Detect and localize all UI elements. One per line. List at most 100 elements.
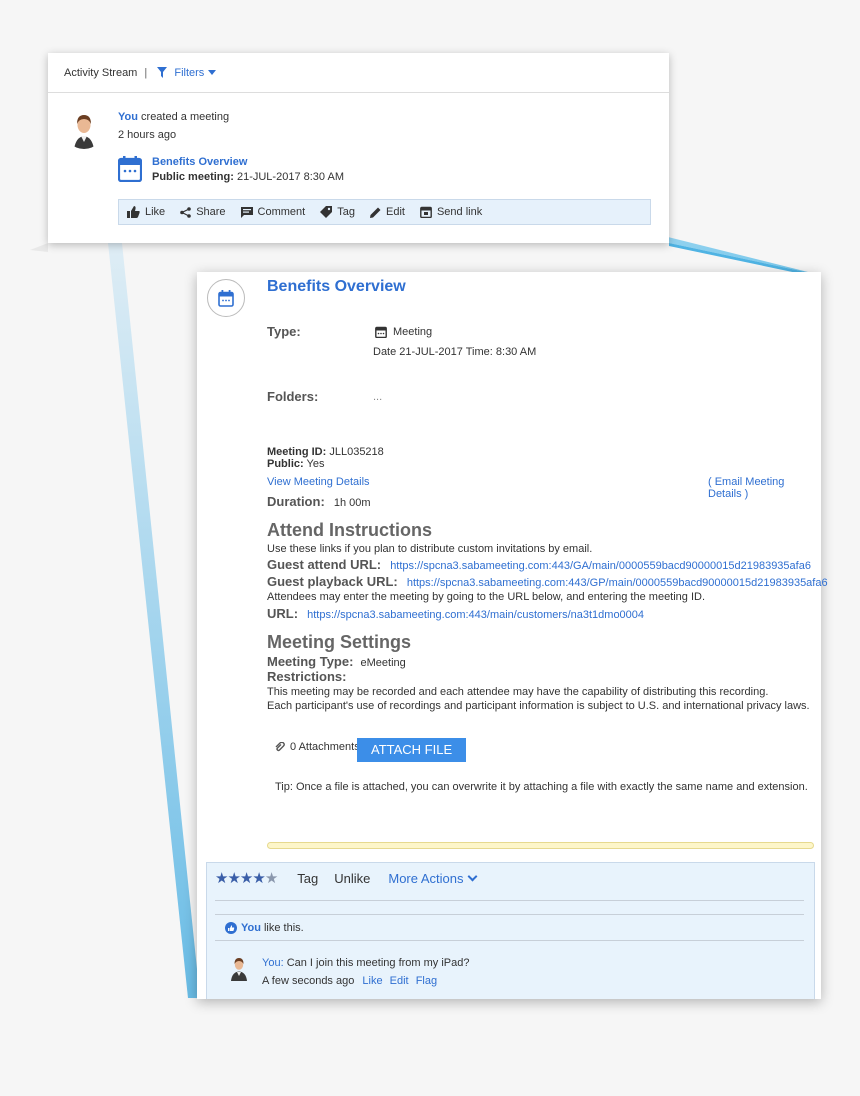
edit-label: Edit xyxy=(385,206,405,218)
comment-author-link[interactable]: You: xyxy=(262,957,284,969)
email-meeting-details-link[interactable]: ( Email Meeting Details ) xyxy=(708,476,821,500)
meeting-url-link[interactable]: https://spcna3.sabameeting.com:443/main/… xyxy=(307,609,644,621)
activity-card: Activity Stream | Filters You created a m… xyxy=(48,53,669,243)
send-link-button[interactable]: Send link xyxy=(420,206,482,218)
calendar-send-icon xyxy=(420,206,432,218)
comment-meta: A few seconds ago Like Edit Flag xyxy=(262,975,437,987)
comment-flag-link[interactable]: Flag xyxy=(416,975,437,987)
event-sub-value: 21-JUL-2017 8:30 AM xyxy=(236,171,344,183)
like-label: Like xyxy=(145,206,166,218)
event-subtitle: Public meeting: 21-JUL-2017 8:30 AM xyxy=(152,171,344,183)
guest-attend-label: Guest attend URL: xyxy=(267,557,382,572)
divider xyxy=(215,900,804,901)
restriction-recording: This meeting may be recorded and each at… xyxy=(267,686,769,698)
thumbs-up-circle-icon xyxy=(225,922,237,934)
funnel-icon xyxy=(157,67,168,78)
like-text: like this. xyxy=(263,922,304,934)
star-empty-icon[interactable]: ★ xyxy=(265,870,278,887)
like-actor-link[interactable]: You xyxy=(241,922,261,934)
meeting-type-label: Meeting Type: xyxy=(267,654,354,669)
public-flag: Public: Yes xyxy=(267,458,324,470)
meeting-detail-panel: Benefits Overview Type: Meeting Date 21-… xyxy=(197,272,828,999)
tag-action[interactable]: Tag xyxy=(297,871,318,886)
comment-like-link[interactable]: Like xyxy=(362,975,382,987)
comment-label: Comment xyxy=(257,206,306,218)
divider xyxy=(215,914,804,915)
attendee-note: Attendees may enter the meeting by going… xyxy=(267,591,706,603)
share-icon xyxy=(180,206,191,218)
progress-bar-track xyxy=(267,842,814,849)
comment-avatar[interactable] xyxy=(227,955,251,981)
comment-body: You: Can I join this meeting from my iPa… xyxy=(262,957,470,969)
event-title-link[interactable]: Benefits Overview xyxy=(152,156,247,168)
meeting-type-row: Meeting Type: eMeeting xyxy=(267,654,406,669)
restriction-privacy: Each participant's use of recordings and… xyxy=(267,700,810,712)
star-filled-icon[interactable]: ★ xyxy=(227,870,240,887)
type-value: Meeting xyxy=(375,326,432,338)
post-timestamp: 2 hours ago xyxy=(118,129,177,141)
action-bar: Like Share Comment Tag Edit Send link xyxy=(118,199,651,225)
guest-playback-row: Guest playback URL: https://spcna3.sabam… xyxy=(267,574,828,589)
star-filled-icon[interactable]: ★ xyxy=(240,870,253,887)
type-label: Type: xyxy=(267,324,301,339)
folders-value: ... xyxy=(373,391,383,403)
comment-icon xyxy=(240,206,253,218)
filters-button[interactable]: Filters xyxy=(157,67,217,79)
share-label: Share xyxy=(196,206,226,218)
paperclip-icon xyxy=(275,742,285,752)
view-meeting-details-link[interactable]: View Meeting Details xyxy=(267,476,370,488)
comment-time: A few seconds ago xyxy=(262,975,355,987)
post-action: created a meeting xyxy=(141,111,230,123)
chevron-down-icon xyxy=(467,871,477,881)
post-actor-link[interactable]: You xyxy=(118,111,138,123)
person-avatar-icon xyxy=(231,958,247,981)
url-row: URL: https://spcna3.sabameeting.com:443/… xyxy=(267,606,644,621)
folders-label: Folders: xyxy=(267,389,319,404)
thumbs-up-icon xyxy=(127,206,140,218)
meeting-id: Meeting ID: JLL035218 xyxy=(267,446,384,458)
calendar-icon xyxy=(375,326,387,338)
post-text: You created a meeting xyxy=(118,111,229,123)
meeting-date-time: Date 21-JUL-2017 Time: 8:30 AM xyxy=(373,346,537,358)
calendar-icon xyxy=(218,289,234,307)
filters-label: Filters xyxy=(174,67,205,79)
comment-text: Can I join this meeting from my iPad? xyxy=(286,957,470,969)
event-sub-label: Public meeting: xyxy=(152,171,234,183)
guest-playback-label: Guest playback URL: xyxy=(267,574,398,589)
comment-button[interactable]: Comment xyxy=(240,206,306,218)
avatar[interactable] xyxy=(64,109,104,149)
header-separator: | xyxy=(144,67,148,79)
guest-playback-url-link[interactable]: https://spcna3.sabameeting.com:443/GP/ma… xyxy=(407,577,828,589)
star-rating[interactable]: ★★★★★ xyxy=(215,869,278,887)
social-section: ★★★★★ Tag Unlike More Actions You like t… xyxy=(206,862,815,999)
send-link-label: Send link xyxy=(436,206,483,218)
public-label: Public: xyxy=(267,458,304,470)
meeting-id-value: JLL035218 xyxy=(329,446,384,458)
unlike-action[interactable]: Unlike xyxy=(334,871,370,886)
duration: Duration: 1h 00m xyxy=(267,494,371,509)
social-toolbar: ★★★★★ Tag Unlike More Actions xyxy=(215,869,477,887)
attachments-label: 0 Attachments xyxy=(290,741,360,753)
activity-stream-title: Activity Stream xyxy=(64,67,138,79)
attach-file-button[interactable]: ATTACH FILE xyxy=(357,738,467,762)
tag-icon xyxy=(320,206,333,218)
public-value: Yes xyxy=(306,458,325,470)
more-actions-label: More Actions xyxy=(388,870,464,886)
guest-attend-url-link[interactable]: https://spcna3.sabameeting.com:443/GA/ma… xyxy=(390,560,811,572)
star-filled-icon[interactable]: ★ xyxy=(252,870,265,887)
meeting-icon-badge xyxy=(207,279,245,317)
duration-label: Duration: xyxy=(267,494,325,509)
meeting-id-label: Meeting ID: xyxy=(267,446,327,458)
edit-button[interactable]: Edit xyxy=(369,206,405,218)
star-filled-icon[interactable]: ★ xyxy=(215,870,228,887)
attend-instructions-heading: Attend Instructions xyxy=(267,520,432,540)
guest-attend-row: Guest attend URL: https://spcna3.sabamee… xyxy=(267,557,811,572)
more-actions-menu[interactable]: More Actions xyxy=(388,870,477,886)
star-rating-stars: ★★★★★ xyxy=(215,870,278,887)
comment-edit-link[interactable]: Edit xyxy=(390,975,409,987)
share-button[interactable]: Share xyxy=(180,206,226,218)
like-button[interactable]: Like xyxy=(127,206,165,218)
type-value-text: Meeting xyxy=(393,326,433,338)
tag-button[interactable]: Tag xyxy=(320,206,355,218)
attachments-count: 0 Attachments xyxy=(275,741,360,753)
